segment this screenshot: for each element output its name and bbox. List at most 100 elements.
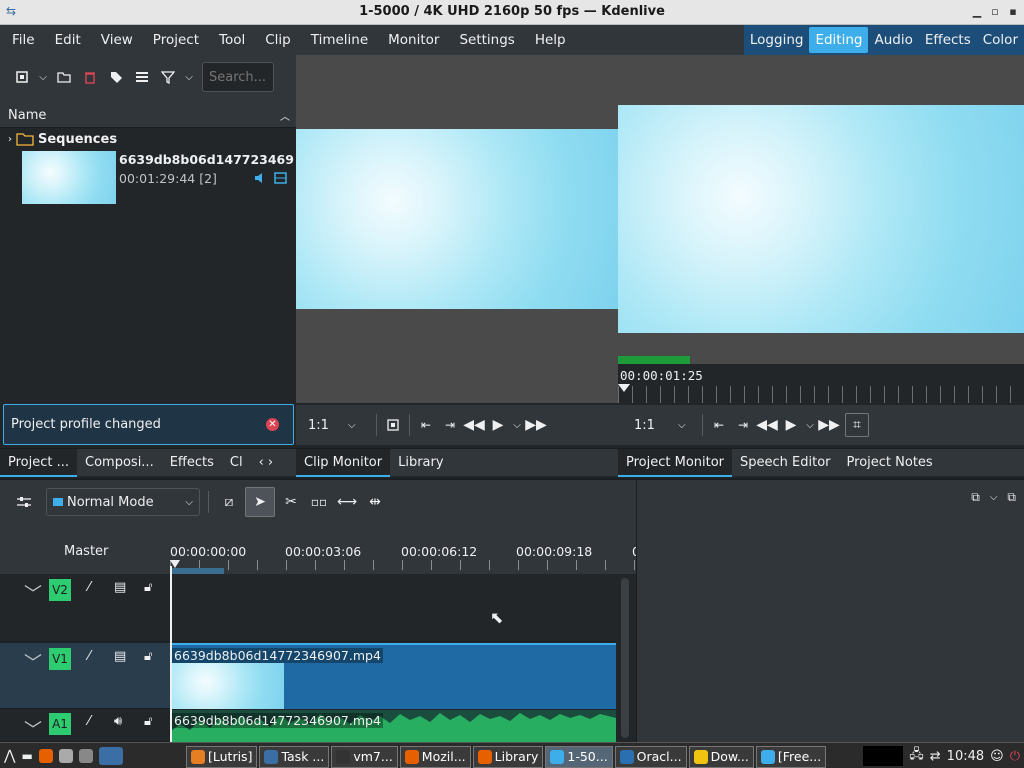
layout-audio[interactable]: Audio [868,25,918,55]
play-icon[interactable]: ▶ [486,413,510,437]
track-header-a1[interactable]: ﹀ A1 ⁄ 🔊︎ 🔓︎ [0,710,170,742]
play-icon[interactable]: ▶ [779,413,803,437]
forward-icon[interactable]: ▶▶ [524,413,548,437]
taskbar-task[interactable]: Mozil... [399,745,471,768]
tab-clip-monitor[interactable]: Clip Monitor [296,448,391,477]
taskbar-task[interactable]: vm7... [331,745,398,768]
tab-project-monitor[interactable]: Project Monitor [618,448,733,477]
list-view-icon[interactable] [130,65,154,89]
menu-item-clip[interactable]: Clip [255,25,301,55]
collapse-icon[interactable]: ﹀ [24,580,42,606]
tab-library[interactable]: Library [390,449,451,477]
add-folder-icon[interactable] [52,65,76,89]
select-tool-icon[interactable]: ➤ [245,487,275,517]
taskbar-task[interactable]: [Lutris] [186,745,258,768]
tab-speech-editor[interactable]: Speech Editor [732,449,839,477]
start-menu-icon[interactable]: ⋀ [4,748,15,764]
audio-track-icon[interactable]: 🔊︎ [114,714,122,729]
playhead-line[interactable] [170,566,172,742]
fit-icon[interactable] [381,413,405,437]
chevron-down-icon[interactable]: ⌵ [678,420,698,431]
minimize-icon[interactable]: ▁ [970,5,984,19]
menu-item-monitor[interactable]: Monitor [378,25,449,55]
layout-color[interactable]: Color [977,25,1024,55]
user-icon[interactable]: ☺ [990,749,1004,764]
lock-icon[interactable]: 🔓︎ [144,649,152,664]
chevron-down-icon[interactable]: ⌵ [36,65,50,89]
files-icon[interactable] [58,748,73,763]
master-label[interactable]: Master [64,544,108,559]
slip-tool-icon[interactable]: ▫▫ [307,490,331,514]
track-name[interactable]: V1 [49,648,71,670]
terminal-icon[interactable] [78,748,93,763]
vertical-scrollbar[interactable] [621,578,629,738]
menu-item-project[interactable]: Project [143,25,209,55]
maximize-icon[interactable]: ▫ [988,5,1002,19]
track-header-v2[interactable]: ﹀ V2 ⁄ ▤ 🔓︎ [0,574,170,642]
menu-item-timeline[interactable]: Timeline [301,25,378,55]
firefox-icon[interactable] [38,748,53,763]
crop-icon[interactable]: ⌗ [845,413,869,437]
slide-tool-icon[interactable]: ⇹ [363,490,387,514]
set-in-icon[interactable]: ⇤ [414,413,438,437]
track-header-v1[interactable]: ﹀ V1 ⁄ ▤ 🔓︎ [0,643,170,709]
menu-item-view[interactable]: View [91,25,143,55]
forward-icon[interactable]: ▶▶ [817,413,841,437]
timeline-ruler[interactable]: 00:00:00:00 00:00:03:06 00:00:06:12 00:0… [170,526,636,574]
rewind-icon[interactable]: ◀◀ [755,413,779,437]
timeline-clip-a1[interactable]: 6639db8b06d14772346907.mp4 [170,710,616,742]
rewind-icon[interactable]: ◀◀ [462,413,486,437]
track-lane-v2[interactable] [170,574,616,642]
set-out-icon[interactable]: ⇥ [731,413,755,437]
project-monitor[interactable]: 00:00:01:25 [618,55,1024,403]
lock-icon[interactable]: 🔓︎ [144,714,152,729]
close-notification-icon[interactable]: ✕ [266,418,279,431]
taskbar-task[interactable]: [Free... [755,745,827,768]
clip-thumbnail[interactable] [22,151,116,204]
project-ruler[interactable]: 00:00:01:25 [618,364,1024,403]
sort-up-icon[interactable]: ︿ [280,108,290,123]
bin-tab[interactable]: Cl [222,449,251,477]
workspace-icon[interactable] [98,746,123,765]
menu-item-tool[interactable]: Tool [209,25,255,55]
spacer-tool-icon[interactable]: ⧄ [217,490,241,514]
clock[interactable]: 10:48 [947,749,984,764]
taskbar-task[interactable]: Task ... [259,745,330,768]
taskbar-task[interactable]: Oracl... [614,745,687,768]
playhead-marker[interactable] [618,384,630,392]
duplicate-icon[interactable]: ⧉ [1007,490,1016,505]
effects-icon[interactable]: ⁄ [88,649,90,664]
chevron-down-icon[interactable]: ⌵ [182,65,196,89]
project-zoom-select[interactable]: 1:1 [634,418,678,433]
update-icon[interactable]: ⇄ [930,749,941,764]
set-out-icon[interactable]: ⇥ [438,413,462,437]
close-icon[interactable]: ▪ [1006,5,1020,19]
effects-icon[interactable]: ⁄ [88,714,90,729]
expand-icon[interactable]: › [8,134,12,145]
bin-search-input[interactable] [202,62,274,92]
menu-item-settings[interactable]: Settings [449,25,524,55]
show-desktop-icon[interactable]: ▬ [21,749,32,763]
clip-name[interactable]: 6639db8b06d14772346907.m [119,152,294,167]
layout-editing[interactable]: Editing [809,27,869,53]
video-track-icon[interactable]: ▤ [114,580,126,595]
tab-project-notes[interactable]: Project Notes [839,449,941,477]
chevron-down-icon[interactable]: ⌵ [348,420,372,431]
ripple-tool-icon[interactable]: ⟷ [335,490,359,514]
collapse-icon[interactable]: ﹀ [24,716,42,742]
taskbar-task[interactable]: 1-50... [545,745,613,768]
bin-tab[interactable]: Effects [162,449,222,477]
layout-effects[interactable]: Effects [919,25,977,55]
menu-item-help[interactable]: Help [525,25,576,55]
add-clip-icon[interactable] [10,65,34,89]
chevron-down-icon[interactable]: ⌵ [803,413,817,437]
razor-tool-icon[interactable]: ✂ [279,490,303,514]
taskbar-task[interactable]: Library [472,745,544,768]
bin-tab[interactable]: Project ... [0,448,78,477]
column-header-name[interactable]: Name [8,108,46,123]
filter-icon[interactable] [156,65,180,89]
track-name[interactable]: V2 [49,579,71,601]
lock-icon[interactable]: 🔓︎ [144,580,152,595]
chevron-down-icon[interactable]: ⌵ [510,413,524,437]
window-titlebar[interactable]: ⇆ 1-5000 / 4K UHD 2160p 50 fps — Kdenliv… [0,0,1024,25]
